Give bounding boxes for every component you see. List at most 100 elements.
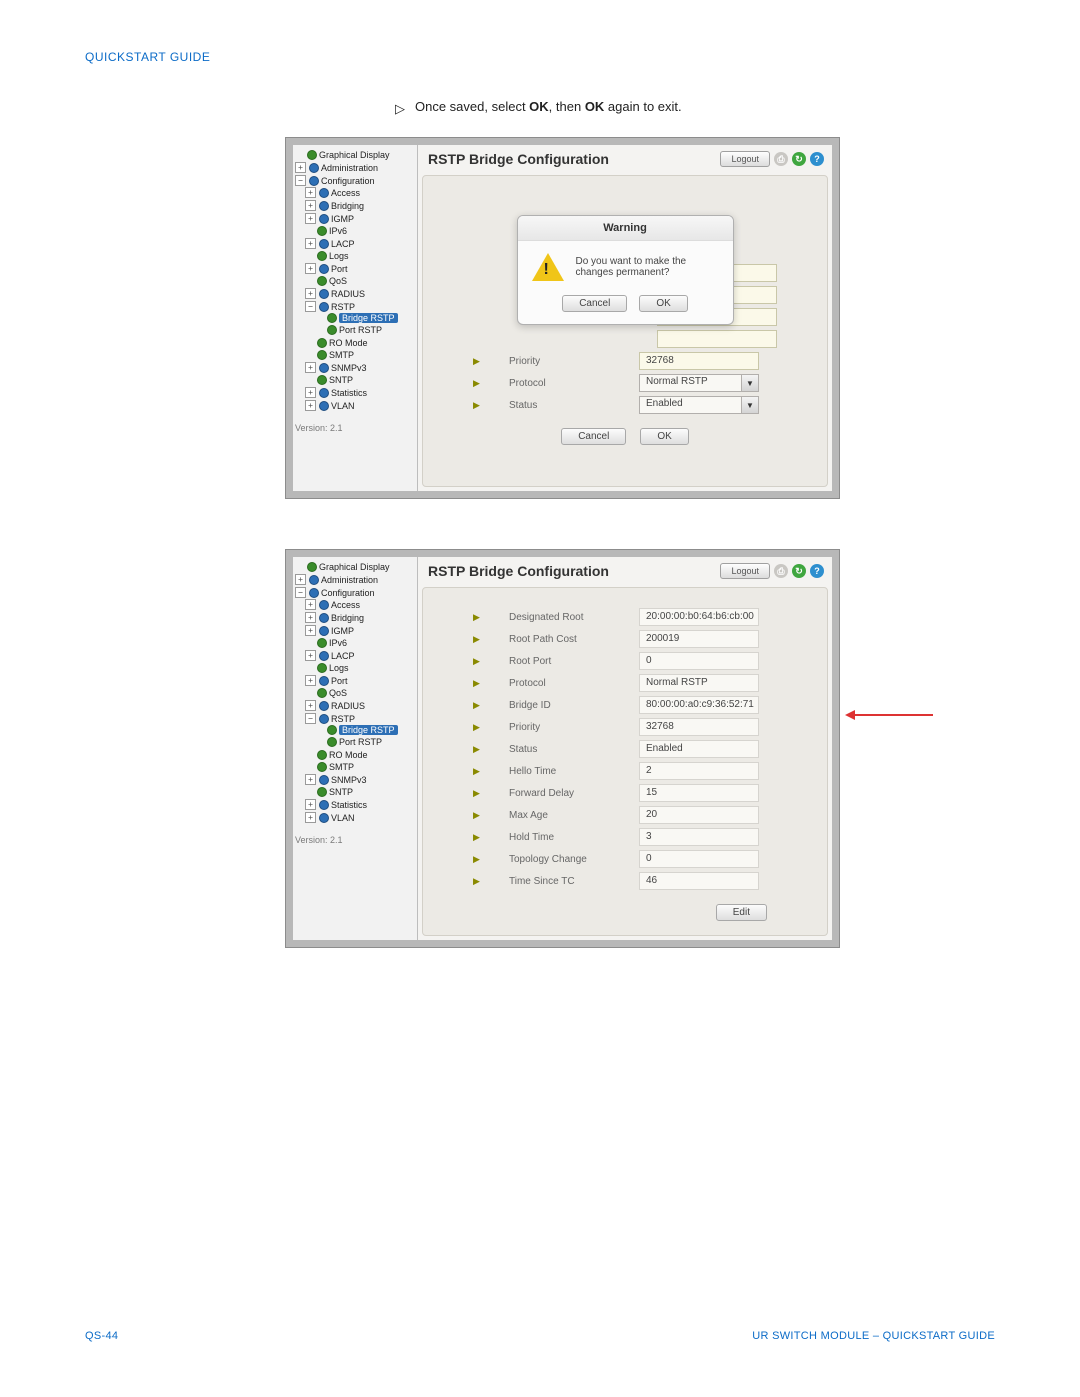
value-topology-change: 0 — [639, 850, 759, 868]
tree-rstp[interactable]: RSTP — [331, 302, 355, 312]
tree-access[interactable]: Access — [331, 188, 360, 198]
value-bridge-id: 80:00:00:a0:c9:36:52:71 — [639, 696, 759, 714]
label-bridge-id: Bridge ID — [509, 700, 609, 711]
value-designated-root: 20:00:00:b0:64:b6:cb:00 — [639, 608, 759, 626]
tree-configuration[interactable]: Configuration — [321, 588, 375, 598]
value-root-path-cost: 200019 — [639, 630, 759, 648]
tree-graphical-display[interactable]: Graphical Display — [319, 150, 390, 160]
tree-port-rstp[interactable]: Port RSTP — [339, 325, 382, 335]
panel-title: RSTP Bridge Configuration — [428, 151, 609, 167]
value-time-since-tc: 46 — [639, 872, 759, 890]
label-priority: Priority — [509, 722, 609, 733]
value-hello-time: 2 — [639, 762, 759, 780]
ok-button[interactable]: OK — [640, 428, 688, 445]
page-header: QUICKSTART GUIDE — [85, 50, 995, 64]
value-forward-delay: 15 — [639, 784, 759, 802]
tree-igmp[interactable]: IGMP — [331, 626, 354, 636]
tree-sntp[interactable]: SNTP — [329, 787, 353, 797]
label-protocol: Protocol — [509, 378, 609, 389]
tree-lacp[interactable]: LACP — [331, 651, 355, 661]
blank-value — [657, 286, 777, 304]
instruction-line: ▷ Once saved, select OK, then OK again t… — [395, 99, 995, 117]
tree-access[interactable]: Access — [331, 600, 360, 610]
label-designated-root: Designated Root — [509, 612, 609, 623]
instr-ok2: OK — [585, 99, 605, 114]
select-protocol[interactable]: Normal RSTP ▼ — [639, 374, 759, 392]
tree-rstp[interactable]: RSTP — [331, 714, 355, 724]
select-status-value: Enabled — [640, 397, 741, 413]
tree-ipv6[interactable]: IPv6 — [329, 226, 347, 236]
tree-statistics[interactable]: Statistics — [331, 388, 367, 398]
tree-radius[interactable]: RADIUS — [331, 289, 365, 299]
tree-snmpv3[interactable]: SNMPv3 — [331, 363, 367, 373]
chevron-down-icon[interactable]: ▼ — [741, 375, 758, 391]
annotation-arrow-icon — [853, 714, 933, 716]
blank-value — [657, 330, 777, 348]
tree-bridge-rstp[interactable]: Bridge RSTP — [339, 313, 398, 323]
print-icon[interactable]: ⎙ — [774, 152, 788, 166]
screenshot-1: Graphical Display +Administration −Confi… — [285, 137, 840, 499]
footer-page: QS-44 — [85, 1330, 118, 1342]
select-protocol-value: Normal RSTP — [640, 375, 741, 391]
tree-ro-mode[interactable]: RO Mode — [329, 750, 368, 760]
value-hold-time: 3 — [639, 828, 759, 846]
footer-title: UR SWITCH MODULE – QUICKSTART GUIDE — [752, 1330, 995, 1342]
logout-button[interactable]: Logout — [720, 563, 770, 579]
tree-vlan[interactable]: VLAN — [331, 401, 355, 411]
blank-value — [657, 308, 777, 326]
tree-qos[interactable]: QoS — [329, 276, 347, 286]
help-icon[interactable]: ? — [810, 564, 824, 578]
tree-smtp[interactable]: SMTP — [329, 762, 354, 772]
tree-snmpv3[interactable]: SNMPv3 — [331, 775, 367, 785]
tree-sntp[interactable]: SNTP — [329, 375, 353, 385]
print-icon[interactable]: ⎙ — [774, 564, 788, 578]
help-icon[interactable]: ? — [810, 152, 824, 166]
tree-vlan[interactable]: VLAN — [331, 813, 355, 823]
label-time-since-tc: Time Since TC — [509, 876, 609, 887]
edit-button[interactable]: Edit — [716, 904, 767, 921]
cancel-button[interactable]: Cancel — [561, 428, 626, 445]
tree-port-rstp[interactable]: Port RSTP — [339, 737, 382, 747]
tree-administration[interactable]: Administration — [321, 575, 378, 585]
tree-bridging[interactable]: Bridging — [331, 201, 364, 211]
version-label: Version: 2.1 — [295, 835, 415, 845]
tree-radius[interactable]: RADIUS — [331, 701, 365, 711]
panel-title: RSTP Bridge Configuration — [428, 563, 609, 579]
tree-graphical-display[interactable]: Graphical Display — [319, 562, 390, 572]
tree-port[interactable]: Port — [331, 264, 348, 274]
tree-logs[interactable]: Logs — [329, 663, 349, 673]
value-max-age: 20 — [639, 806, 759, 824]
triangle-bullet-icon: ▷ — [395, 101, 405, 117]
tree-ro-mode[interactable]: RO Mode — [329, 338, 368, 348]
partial-value: 0:00:00:00 — [657, 264, 777, 282]
tree-igmp[interactable]: IGMP — [331, 214, 354, 224]
chevron-down-icon[interactable]: ▼ — [741, 397, 758, 413]
label-max-age: Max Age — [509, 810, 609, 821]
value-root-port: 0 — [639, 652, 759, 670]
instr-text: Once saved, select — [415, 99, 529, 114]
tree-port[interactable]: Port — [331, 676, 348, 686]
tree-configuration[interactable]: Configuration — [321, 176, 375, 186]
logout-button[interactable]: Logout — [720, 151, 770, 167]
label-hello-time: Hello Time — [509, 766, 609, 777]
tree-logs[interactable]: Logs — [329, 251, 349, 261]
nav-tree: Graphical Display +Administration −Confi… — [293, 557, 418, 940]
refresh-icon[interactable]: ↻ — [792, 152, 806, 166]
nav-tree: Graphical Display +Administration −Confi… — [293, 145, 418, 491]
tree-administration[interactable]: Administration — [321, 163, 378, 173]
tree-smtp[interactable]: SMTP — [329, 350, 354, 360]
label-root-path-cost: Root Path Cost — [509, 634, 609, 645]
value-priority[interactable]: 32768 — [639, 352, 759, 370]
label-root-port: Root Port — [509, 656, 609, 667]
tree-qos[interactable]: QoS — [329, 688, 347, 698]
tree-ipv6[interactable]: IPv6 — [329, 638, 347, 648]
instr-text: , then — [549, 99, 585, 114]
refresh-icon[interactable]: ↻ — [792, 564, 806, 578]
value-status: Enabled — [639, 740, 759, 758]
tree-bridging[interactable]: Bridging — [331, 613, 364, 623]
tree-lacp[interactable]: LACP — [331, 239, 355, 249]
tree-bridge-rstp[interactable]: Bridge RSTP — [339, 725, 398, 735]
tree-statistics[interactable]: Statistics — [331, 800, 367, 810]
screenshot-2: Graphical Display +Administration −Confi… — [285, 549, 840, 948]
select-status[interactable]: Enabled ▼ — [639, 396, 759, 414]
